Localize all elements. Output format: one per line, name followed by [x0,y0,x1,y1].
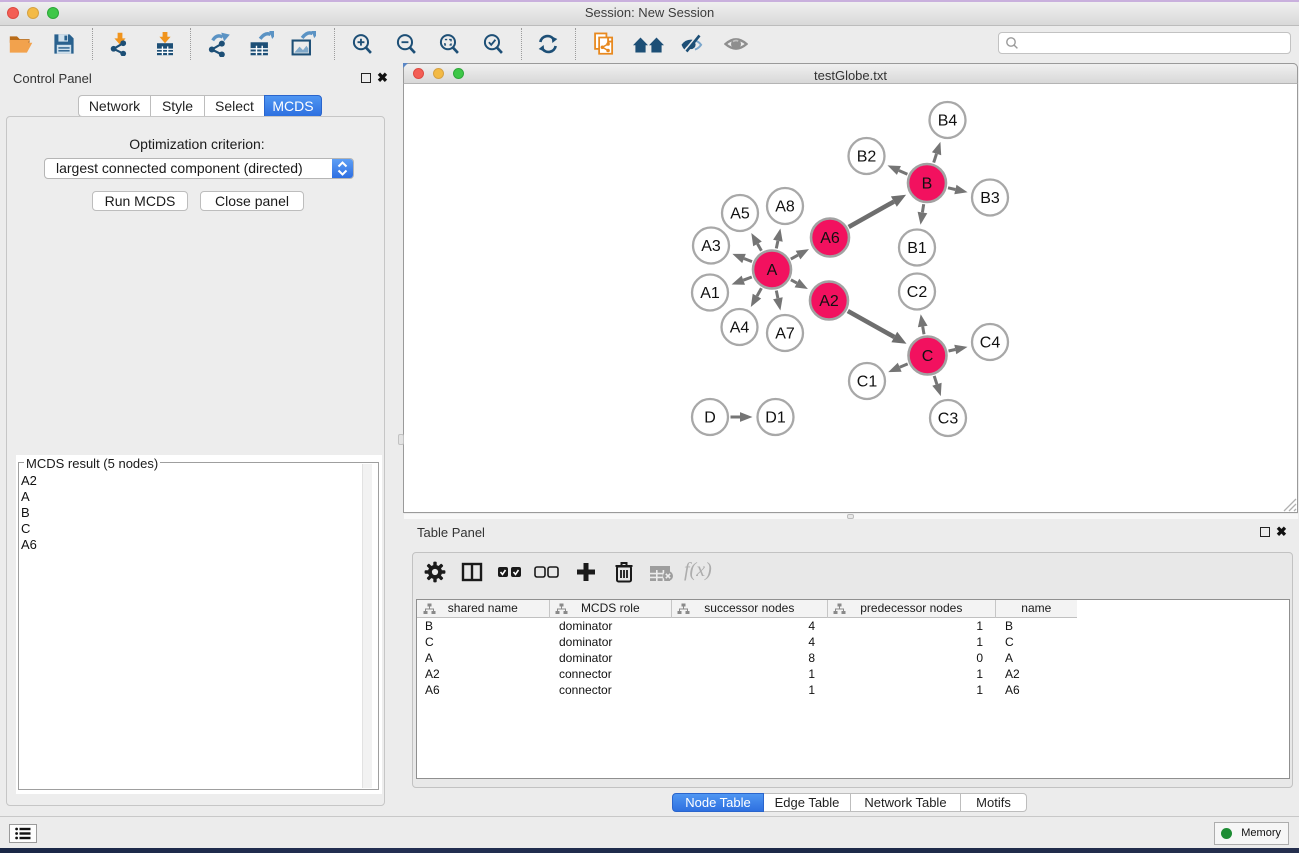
svg-text:A4: A4 [730,320,750,337]
svg-text:C4: C4 [980,335,1001,352]
svg-text:A7: A7 [775,326,795,343]
svg-text:A2: A2 [819,293,839,310]
svg-text:C2: C2 [907,284,928,301]
svg-text:A3: A3 [701,238,721,255]
svg-text:A6: A6 [820,230,840,247]
svg-text:D: D [704,410,716,427]
svg-text:A5: A5 [730,206,750,223]
svg-text:A: A [767,262,778,279]
svg-text:D1: D1 [765,410,786,427]
svg-text:A8: A8 [775,199,795,216]
svg-text:B: B [922,176,933,193]
svg-text:C3: C3 [938,411,959,428]
svg-text:C: C [922,348,934,365]
svg-text:C1: C1 [857,374,878,391]
svg-text:B2: B2 [857,149,877,166]
svg-text:B1: B1 [907,240,927,257]
svg-text:A1: A1 [700,285,720,302]
svg-text:B4: B4 [938,113,958,130]
svg-text:B3: B3 [980,190,1000,207]
